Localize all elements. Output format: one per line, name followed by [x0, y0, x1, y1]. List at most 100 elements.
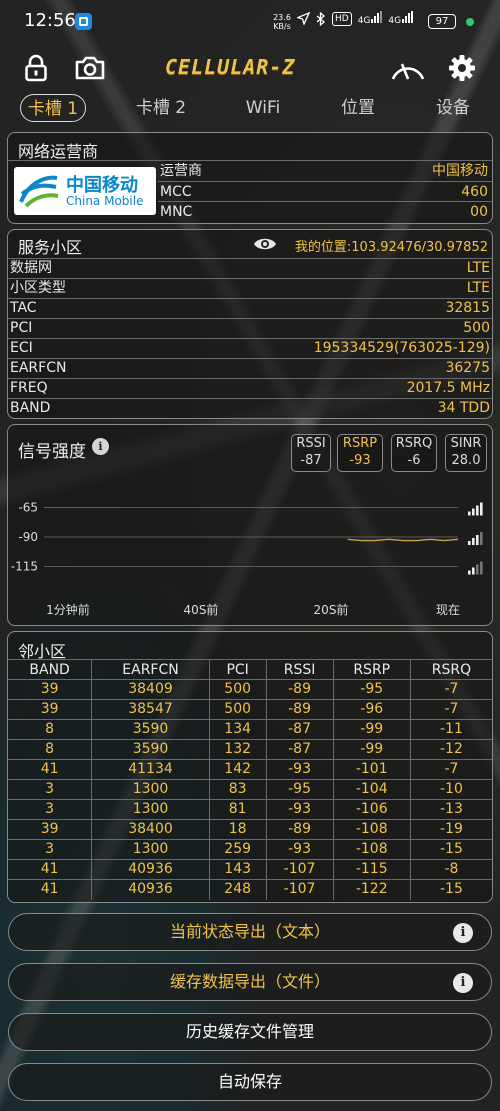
table-cell: -89: [266, 819, 334, 840]
table-cell: 248: [209, 879, 267, 900]
network-type-1: 4G: [357, 16, 371, 26]
tab-slot-1[interactable]: 卡槽 1: [20, 94, 86, 122]
table-cell: 143: [209, 859, 267, 880]
export-file-button[interactable]: 缓存数据导出（文件） i: [8, 963, 492, 1001]
table-cell: 3: [8, 799, 93, 820]
table-cell: -7: [410, 679, 492, 700]
signal-level-icon: [468, 570, 471, 575]
table-cell: -7: [410, 759, 492, 780]
table-cell: -95: [333, 679, 411, 700]
table-cell: -106: [333, 799, 411, 820]
table-cell: 134: [209, 719, 267, 740]
table-row: 3 1300 81 -93 -106 -13: [8, 799, 492, 820]
china-mobile-logo: 中国移动 China Mobile: [14, 167, 156, 215]
gear-icon: [449, 55, 475, 81]
settings-button[interactable]: [446, 52, 478, 84]
mcc-row: MCC 460: [158, 181, 492, 201]
operator-panel: 网络运营商 中国移动 China Mobile 运营商 中国移动 MCC 460…: [7, 132, 493, 224]
mnc-key: MNC: [160, 204, 193, 220]
signal-info-icon[interactable]: i: [92, 438, 109, 455]
app-logo: CELLULAR-Z: [165, 55, 296, 79]
table-row: 8 3590 134 -87 -99 -11: [8, 719, 492, 740]
tab-wifi[interactable]: WiFi: [230, 94, 296, 122]
metric-label: RSRP: [342, 436, 378, 451]
tab-slot-2[interactable]: 卡槽 2: [128, 94, 194, 122]
screenshot-button[interactable]: [74, 52, 106, 84]
y-tick-label: -90: [18, 530, 38, 544]
row-key: BAND: [10, 400, 51, 416]
table-row: 39 38409 500 -89 -95 -7: [8, 679, 492, 700]
operator-key: 运营商: [160, 163, 202, 179]
table-cell: -89: [266, 679, 334, 700]
signal-level-icon: [480, 502, 483, 516]
speedtest-button[interactable]: [388, 52, 428, 84]
status-icons: HD 4G 4G: [297, 11, 414, 26]
info-icon[interactable]: i: [453, 923, 473, 943]
lock-button[interactable]: [20, 52, 52, 84]
table-cell: 3: [8, 779, 93, 800]
history-files-button[interactable]: 历史缓存文件管理: [8, 1013, 492, 1051]
table-cell: 8: [8, 739, 93, 760]
status-time: 12:56: [24, 10, 76, 31]
metric-value: 28.0: [451, 453, 481, 468]
info-icon[interactable]: i: [453, 973, 473, 993]
china-mobile-emblem-icon: [19, 175, 59, 208]
tab-device[interactable]: 设备: [420, 94, 486, 122]
table-cell: 41134: [91, 759, 210, 780]
table-cell: 38400: [91, 819, 210, 840]
table-cell: 40936: [91, 859, 210, 880]
column-header-rsrq: RSRQ: [410, 659, 492, 680]
metric-value: -93: [349, 453, 371, 468]
table-cell: -99: [333, 739, 411, 760]
table-cell: 3590: [91, 739, 210, 760]
table-cell: 500: [209, 699, 267, 720]
metric-rsrq[interactable]: RSRQ -6: [391, 434, 437, 472]
metric-rsrp[interactable]: RSRP -93: [337, 434, 383, 472]
table-cell: -87: [266, 739, 334, 760]
export-text-button[interactable]: 当前状态导出（文本） i: [8, 913, 492, 951]
table-cell: 8: [8, 719, 93, 740]
signal-level-icon: [472, 538, 475, 545]
table-cell: -108: [333, 819, 411, 840]
eye-icon[interactable]: [253, 236, 277, 252]
metric-rssi[interactable]: RSSI -87: [291, 434, 331, 472]
camera-icon: [75, 56, 105, 80]
autosave-button[interactable]: 自动保存: [8, 1063, 492, 1101]
table-cell: 40936: [91, 879, 210, 900]
row-key: PCI: [10, 320, 33, 336]
my-location: 我的位置:103.92476/30.97852: [294, 240, 488, 255]
table-cell: -115: [333, 859, 411, 880]
mcc-key: MCC: [160, 184, 192, 200]
serving-title: 服务小区: [18, 238, 83, 257]
table-cell: -107: [266, 859, 334, 880]
serving-row: 数据网 LTE: [8, 258, 492, 278]
network-speed: 23.6 KB/s: [271, 13, 293, 31]
table-cell: 39: [8, 699, 93, 720]
tab-location[interactable]: 位置: [325, 94, 391, 122]
table-header: BAND EARFCN PCI RSSI RSRP RSRQ: [8, 659, 492, 680]
operator-row: 运营商 中国移动: [158, 161, 492, 181]
table-cell: 18: [209, 819, 267, 840]
table-cell: 41: [8, 859, 93, 880]
signal-level-icon: [476, 564, 479, 575]
x-tick-label: 1分钟前: [46, 602, 90, 617]
metric-sinr[interactable]: SINR 28.0: [445, 434, 487, 472]
row-value: 195334529(763025-129): [313, 340, 490, 356]
x-tick-label: 40S前: [184, 602, 219, 617]
mnc-value: 00: [470, 204, 488, 220]
signal-level-icon: [468, 511, 471, 516]
serving-row: FREQ 2017.5 MHz: [8, 378, 492, 398]
operator-value: 中国移动: [432, 163, 488, 179]
app-notification-icon: [75, 13, 92, 30]
table-row: 39 38400 18 -89 -108 -19: [8, 819, 492, 840]
table-cell: 142: [209, 759, 267, 780]
table-row: 8 3590 132 -87 -99 -12: [8, 739, 492, 760]
neighbor-table: BAND EARFCN PCI RSSI RSRP RSRQ 39 38409 500 -89-…: [8, 659, 492, 900]
table-cell: 41: [8, 879, 93, 900]
signal-level-icon: [476, 535, 479, 545]
metric-value: -87: [300, 453, 322, 468]
row-key: 小区类型: [10, 280, 66, 296]
row-value: 500: [463, 320, 490, 336]
table-cell: -93: [266, 759, 334, 780]
table-cell: -12: [410, 739, 492, 760]
